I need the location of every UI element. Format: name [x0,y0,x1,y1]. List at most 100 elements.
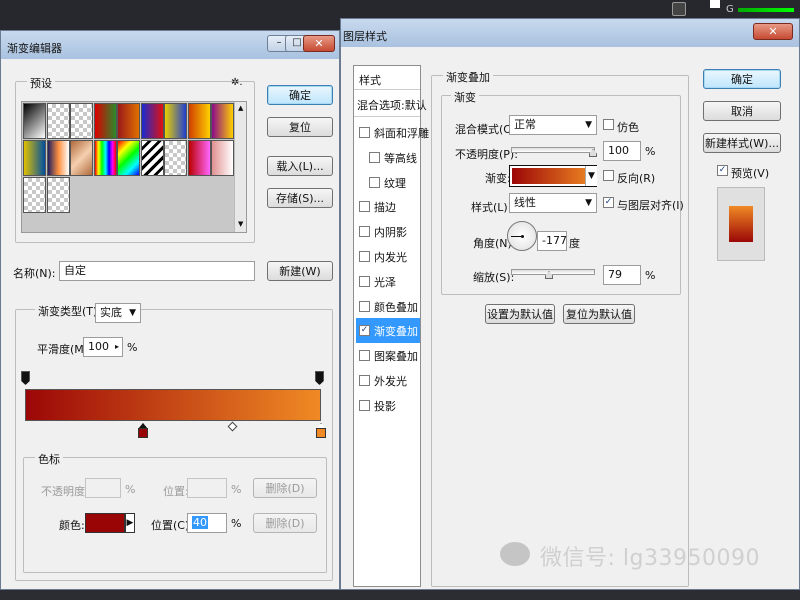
stop-color-menu-icon[interactable]: ▶ [125,513,135,533]
style-label: 纹理 [384,176,406,190]
preview-checkbox[interactable]: ✓ [717,165,728,176]
style-item[interactable]: 光泽 [356,269,420,294]
blend-options-item[interactable]: 混合选项:默认 [354,91,427,117]
reverse-checkbox[interactable] [603,170,614,181]
stop-location-input-disabled [187,478,227,498]
style-checkbox[interactable] [359,300,370,312]
color-stops-label: 色标 [35,451,63,467]
style-checkbox[interactable] [369,176,380,188]
scroll-up-icon[interactable]: ▲ [238,104,243,112]
gradient-picker-arrow-icon[interactable]: ▼ [585,166,597,186]
style-item[interactable]: 纹理 [356,170,420,195]
stop-color-swatch[interactable] [85,513,125,533]
name-input[interactable]: 自定 [59,261,255,281]
preset-swatch[interactable] [117,103,140,139]
style-item[interactable]: 等高线 [356,145,420,170]
scroll-down-icon[interactable]: ▼ [238,220,243,228]
style-item[interactable]: 图案叠加 [356,343,420,368]
reset-button[interactable]: 复位 [267,117,333,137]
preset-swatch[interactable] [187,103,211,139]
styles-header[interactable]: 样式 [354,66,420,90]
preset-swatch[interactable] [93,103,117,139]
blend-mode-select[interactable]: 正常 ▼ [509,115,597,135]
stop-location-unit: % [231,483,242,496]
close-button[interactable]: ✕ [753,23,793,40]
smoothness-unit: % [127,341,138,354]
preset-swatch[interactable] [70,140,93,176]
stop-opacity-input [85,478,121,498]
style-checkbox[interactable] [369,151,380,163]
new-button[interactable]: 新建(W) [267,261,333,281]
style-item[interactable]: ✓ 渐变叠加 [356,318,420,344]
preset-swatch[interactable] [117,140,140,176]
align-with-layer-checkbox[interactable]: ✓ [603,197,614,208]
watermark-text: 微信号: lg33950090 [540,546,760,571]
style-checkbox[interactable] [359,350,370,362]
save-button[interactable]: 存储(S)... [267,188,333,208]
style-checkbox[interactable] [359,226,370,238]
preset-swatch[interactable] [140,140,164,176]
preset-swatch[interactable] [70,103,93,139]
style-checkbox[interactable] [359,251,370,262]
preset-swatch[interactable] [211,140,234,176]
preset-swatch[interactable] [93,140,117,176]
preset-swatch[interactable] [164,103,187,139]
smoothness-input[interactable]: 100 ▸ [83,337,123,357]
angle-input[interactable]: -177 [537,231,567,251]
opacity-input[interactable]: 100 [603,141,641,161]
cancel-button[interactable]: 取消 [703,101,781,121]
preset-swatch[interactable] [23,103,46,139]
style-checkbox[interactable] [359,127,370,138]
gradient-type-select[interactable]: 实底 ▼ [95,303,141,323]
close-button[interactable]: ✕ [303,35,335,52]
style-checkbox[interactable]: ✓ [359,325,370,337]
reset-default-button[interactable]: 复位为默认值 [563,304,635,324]
gradient-preview-bar[interactable] [25,389,321,421]
window-title: 图层样式 [343,30,387,43]
style-checkbox[interactable] [359,275,370,287]
smoothness-arrow-icon[interactable]: ▸ [115,340,119,354]
opacity-slider-track[interactable] [511,147,595,153]
angle-dial[interactable] [507,221,537,251]
scale-input[interactable]: 79 [603,265,641,285]
color-stop-selected[interactable] [138,423,148,439]
style-item[interactable]: 内阴影 [356,219,420,244]
style-item[interactable]: 外发光 [356,368,420,393]
style-item[interactable]: 内发光 [356,244,420,269]
reverse-label: 反向(R) [617,172,656,185]
gear-icon[interactable]: ✲. [231,77,243,88]
gradient-type-label: 渐变类型(T): [35,303,105,319]
style-select[interactable]: 线性 ▼ [509,193,597,213]
preset-swatch[interactable] [211,103,234,139]
preset-swatch[interactable] [187,140,211,176]
style-checkbox[interactable] [359,399,370,411]
new-style-button[interactable]: 新建样式(W)... [703,133,781,153]
preset-swatch[interactable] [23,140,46,176]
dither-checkbox[interactable] [603,119,614,130]
toolbar-icon [672,2,686,16]
style-item[interactable]: 颜色叠加 [356,294,420,319]
color-stop-right[interactable] [316,423,326,439]
gradient-picker[interactable] [509,165,597,187]
preset-swatch[interactable] [164,140,187,176]
style-item[interactable]: 斜面和浮雕 [356,120,429,145]
preset-swatch[interactable] [140,103,164,139]
style-item[interactable]: 描边 [356,194,420,219]
ok-button[interactable]: 确定 [703,69,781,89]
load-button[interactable]: 载入(L)... [267,156,333,176]
stop-position-input[interactable]: 40 [187,513,227,533]
gradient-picker-swatch [512,168,594,184]
preset-swatch[interactable] [46,103,70,139]
preset-swatch[interactable] [46,177,70,213]
style-item[interactable]: 投影 [356,393,420,418]
preset-swatch[interactable] [23,177,46,213]
preset-swatch[interactable] [46,140,70,176]
gradient-overlay-title: 渐变叠加 [443,69,493,85]
ok-button[interactable]: 确定 [267,85,333,105]
align-with-layer-label: 与图层对齐(I) [617,199,684,212]
preset-scrollbar[interactable]: ▲ ▼ [234,102,246,232]
scale-slider-track[interactable] [511,269,595,275]
set-default-button[interactable]: 设置为默认值 [485,304,555,324]
style-checkbox[interactable] [359,375,370,386]
style-checkbox[interactable] [359,201,370,213]
